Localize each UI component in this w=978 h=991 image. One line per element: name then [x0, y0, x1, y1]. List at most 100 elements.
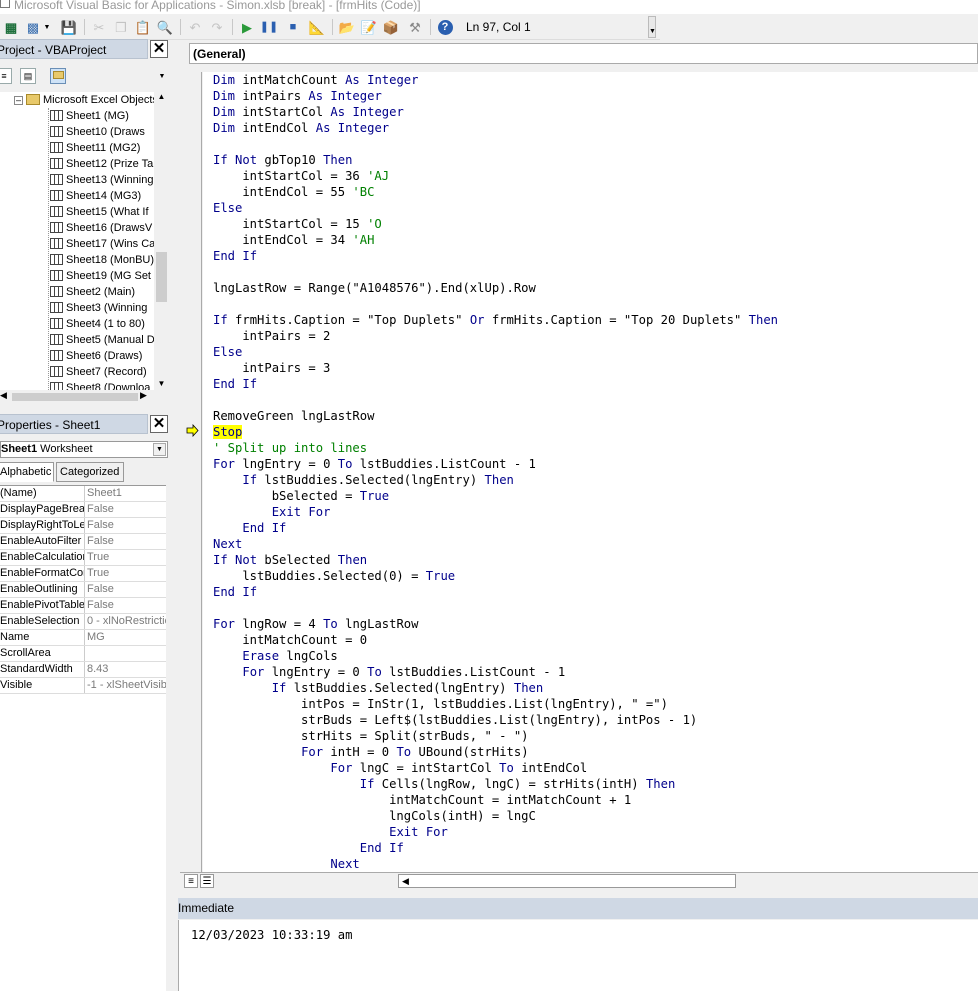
view-excel-icon[interactable]: ▦ — [2, 18, 20, 36]
tree-item-sheet[interactable]: Sheet6 (Draws) — [50, 348, 142, 364]
tree-item-sheet[interactable]: Sheet2 (Main) — [50, 284, 135, 300]
properties-object-combo[interactable]: Sheet1 Worksheet ▼ — [0, 441, 168, 458]
properties-window-icon[interactable]: 📝 — [360, 18, 378, 36]
code-line[interactable]: lngLastRow = Range("A1048576").End(xlUp)… — [213, 280, 536, 296]
code-line[interactable]: For lngEntry = 0 To lstBuddies.ListCount… — [213, 664, 565, 680]
tab-categorized[interactable]: Categorized — [56, 462, 124, 482]
code-line[interactable]: lstBuddies.Selected(0) = True — [213, 568, 455, 584]
property-row[interactable]: EnableFormatCon True — [0, 566, 166, 582]
code-line[interactable]: Exit For — [213, 824, 448, 840]
code-line[interactable]: Dim intStartCol As Integer — [213, 104, 404, 120]
code-line[interactable]: intPairs = 2 — [213, 328, 330, 344]
tree-item-sheet[interactable]: Sheet3 (Winning — [50, 300, 147, 316]
code-line[interactable]: intStartCol = 36 'AJ — [213, 168, 389, 184]
project-explorer-icon[interactable]: 📂 — [338, 18, 356, 36]
code-line[interactable]: For lngC = intStartCol To intEndCol — [213, 760, 587, 776]
code-line[interactable]: For intH = 0 To UBound(strHits) — [213, 744, 528, 760]
project-close-icon[interactable]: ✕ — [150, 40, 168, 58]
code-line[interactable]: Dim intMatchCount As Integer — [213, 72, 418, 88]
tree-item-sheet[interactable]: Sheet10 (Draws — [50, 124, 145, 140]
property-row[interactable]: EnablePivotTable False — [0, 598, 166, 614]
toggle-folders-icon[interactable] — [50, 68, 66, 84]
cut-icon[interactable]: ✂ — [90, 18, 108, 36]
property-row[interactable]: EnableOutlining False — [0, 582, 166, 598]
find-icon[interactable]: 🔍 — [156, 18, 174, 36]
property-value[interactable]: MG — [86, 630, 166, 645]
object-browser-icon[interactable]: 📦 — [382, 18, 400, 36]
code-line[interactable]: If lstBuddies.Selected(lngEntry) Then — [213, 680, 544, 696]
undo-icon[interactable]: ↶ — [186, 18, 204, 36]
tree-item-sheet[interactable]: Sheet11 (MG2) — [50, 140, 140, 156]
property-row[interactable]: Visible -1 - xlSheetVisib — [0, 678, 166, 694]
insert-dropdown-icon[interactable]: ▼ — [38, 18, 56, 36]
immediate-window[interactable]: 12/03/2023 10:33:19 am — [178, 920, 978, 991]
code-line[interactable]: intMatchCount = intMatchCount + 1 — [213, 792, 631, 808]
property-row[interactable]: DisplayPageBreak False — [0, 502, 166, 518]
code-line[interactable]: intPos = InStr(1, lstBuddies.List(lngEnt… — [213, 696, 668, 712]
full-module-view-icon[interactable]: ☰ — [200, 874, 214, 888]
code-line[interactable]: Else — [213, 344, 242, 360]
code-line[interactable]: strHits = Split(strBuds, " - ") — [213, 728, 528, 744]
design-mode-icon[interactable]: 📐 — [308, 18, 326, 36]
tree-item-sheet[interactable]: Sheet15 (What If — [50, 204, 149, 220]
toolbox-icon[interactable]: ⚒ — [406, 18, 424, 36]
code-line[interactable]: lngCols(intH) = lngC — [213, 808, 536, 824]
code-line[interactable]: ' Split up into lines — [213, 440, 367, 456]
toolbar-options-icon[interactable]: ▼ — [648, 16, 656, 38]
help-icon[interactable]: ? — [436, 18, 454, 36]
code-line[interactable]: Exit For — [213, 504, 331, 520]
code-line[interactable]: End If — [213, 840, 404, 856]
property-value[interactable]: False — [86, 582, 166, 597]
property-row[interactable]: EnableCalculation True — [0, 550, 166, 566]
code-line[interactable]: End If — [213, 376, 257, 392]
code-line[interactable]: For lngEntry = 0 To lstBuddies.ListCount… — [213, 456, 536, 472]
code-line[interactable]: If lstBuddies.Selected(lngEntry) Then — [213, 472, 514, 488]
tree-item-sheet[interactable]: Sheet4 (1 to 80) — [50, 316, 145, 332]
code-line[interactable]: End If — [213, 520, 286, 536]
property-value[interactable]: -1 - xlSheetVisib — [86, 678, 166, 693]
code-editor[interactable]: Dim intMatchCount As Integer Dim intPairs… — [203, 72, 978, 872]
code-line[interactable]: End If — [213, 248, 257, 264]
code-line[interactable]: strBuds = Left$(lstBuddies.List(lngEntry… — [213, 712, 697, 728]
code-line[interactable]: Next — [213, 536, 242, 552]
code-line[interactable]: intEndCol = 34 'AH — [213, 232, 374, 248]
code-line[interactable]: intPairs = 3 — [213, 360, 330, 376]
code-line[interactable]: intMatchCount = 0 — [213, 632, 367, 648]
tree-item-sheet[interactable]: Sheet17 (Wins Ca — [50, 236, 154, 252]
code-line[interactable]: Erase lngCols — [213, 648, 337, 664]
property-value[interactable]: False — [86, 534, 166, 549]
code-line[interactable]: intEndCol = 55 'BC — [213, 184, 374, 200]
property-value[interactable]: 8.43 — [86, 662, 166, 677]
code-object-combo[interactable]: (General) — [189, 43, 978, 64]
code-line[interactable]: If Not gbTop10 Then — [213, 152, 352, 168]
property-value[interactable]: True — [86, 566, 166, 581]
code-line[interactable]: bSelected = True — [213, 488, 389, 504]
tree-item-sheet[interactable]: Sheet7 (Record) — [50, 364, 147, 380]
code-line[interactable]: If Not bSelected Then — [213, 552, 367, 568]
property-value[interactable]: False — [86, 598, 166, 613]
property-value[interactable]: False — [86, 502, 166, 517]
code-line[interactable]: Else — [213, 200, 242, 216]
property-value[interactable]: 0 - xlNoRestrictio — [86, 614, 166, 629]
code-line[interactable]: If frmHits.Caption = "Top Duplets" Or fr… — [213, 312, 778, 328]
property-row[interactable]: DisplayRightToLef False — [0, 518, 166, 534]
property-row[interactable]: Name MG — [0, 630, 166, 646]
code-line[interactable]: Dim intEndCol As Integer — [213, 120, 389, 136]
tree-item-sheet[interactable]: Sheet19 (MG Set — [50, 268, 151, 284]
code-line[interactable]: RemoveGreen lngLastRow — [213, 408, 374, 424]
property-row[interactable]: ScrollArea — [0, 646, 166, 662]
tree-item-sheet[interactable]: Sheet5 (Manual D — [50, 332, 154, 348]
paste-icon[interactable]: 📋 — [134, 18, 152, 36]
collapse-icon[interactable]: – — [14, 96, 23, 105]
code-hscrollbar[interactable]: ◀ — [398, 874, 736, 888]
tree-item-sheet[interactable]: Sheet16 (DrawsV — [50, 220, 152, 236]
reset-icon[interactable]: ■ — [284, 18, 302, 36]
chevron-down-icon[interactable]: ▼ — [153, 443, 166, 456]
view-object-icon[interactable]: ▤ — [20, 68, 36, 84]
properties-close-icon[interactable]: ✕ — [150, 415, 168, 433]
tree-item-sheet[interactable]: Sheet1 (MG) — [50, 108, 129, 124]
tree-item-sheet[interactable]: Sheet12 (Prize Ta — [50, 156, 153, 172]
tree-folder[interactable]: – Microsoft Excel Objects — [14, 92, 154, 108]
property-value[interactable]: True — [86, 550, 166, 565]
property-row[interactable]: EnableAutoFilter False — [0, 534, 166, 550]
